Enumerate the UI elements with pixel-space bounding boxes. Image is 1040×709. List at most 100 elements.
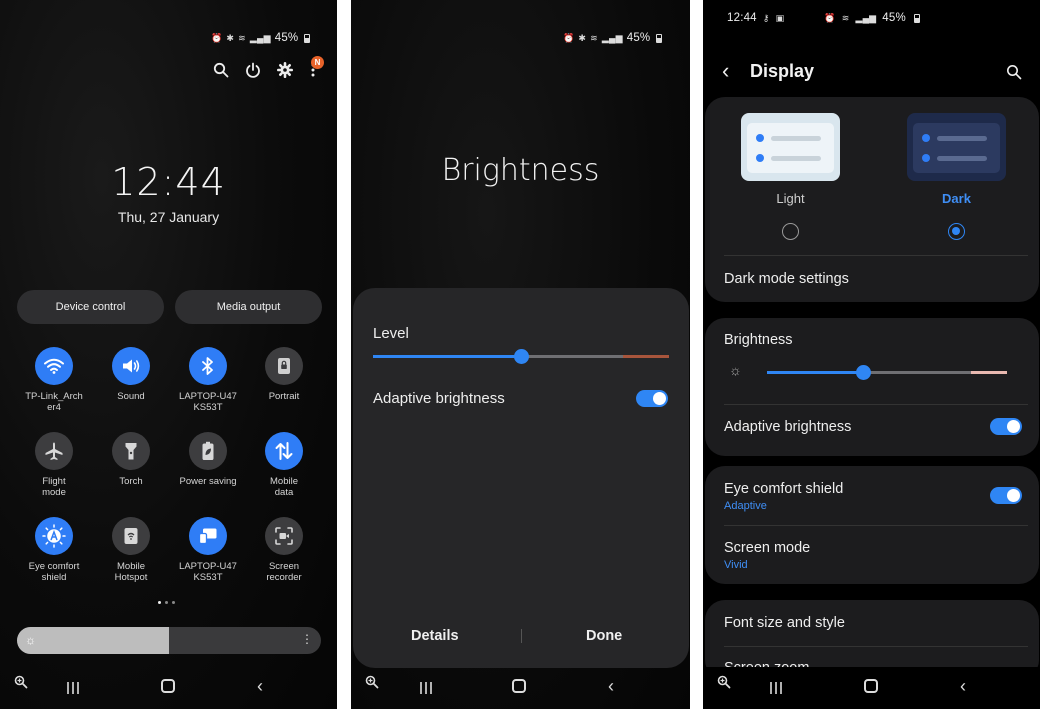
slider-fill [373,355,521,358]
back-icon[interactable]: ‹ [608,676,614,697]
search-icon[interactable] [1006,64,1022,80]
magnify-icon[interactable] [717,675,731,689]
recent-apps-icon[interactable] [769,681,783,695]
screen-recorder-icon [275,527,293,545]
font-size-style-item[interactable]: Font size and style [724,615,845,631]
level-slider[interactable] [373,349,669,364]
bluetooth-status-icon: ✱ [578,32,587,43]
light-mode-preview[interactable] [741,113,840,181]
dark-mode-settings[interactable]: Dark mode settings [724,271,849,287]
dialog-title: Brightness [441,153,600,188]
brightness-fill [17,627,169,654]
eye-comfort-label[interactable]: Eye comfort shield [724,481,843,497]
tile-label: Mobile data [270,476,298,498]
adaptive-brightness-toggle[interactable] [990,418,1022,435]
button-divider [521,629,522,643]
back-icon[interactable]: ‹ [960,676,966,697]
dark-mode-radio[interactable] [948,223,965,240]
light-mode-radio[interactable] [782,223,799,240]
tile-label: Portrait [268,391,300,402]
gear-icon[interactable] [277,62,293,78]
back-arrow-icon[interactable]: ‹ [722,58,729,84]
slider-thumb[interactable] [514,349,529,364]
notification-badge: N [311,56,324,69]
bluetooth-status-icon: ✱ [226,32,235,43]
done-button[interactable]: Done [586,628,622,644]
display-settings-screen: 12:44 ⚷ ▣ ⏰ ≋ ▂▄▆ 45% ‹ Display Light Da… [703,0,1040,709]
status-time: 12:44 [727,12,757,24]
home-icon[interactable] [864,679,878,693]
search-icon[interactable] [213,62,229,78]
wifi-status-icon: ≋ [238,32,246,43]
status-bar: ⏰ ✱ ≋ ▂▄▆ 45% [211,32,311,44]
home-icon[interactable] [512,679,526,693]
data-arrows-icon [275,442,293,460]
back-icon[interactable]: ‹ [257,676,263,697]
tile-label: LAPTOP-U47 KS53T [179,391,237,413]
screen-mode-label[interactable]: Screen mode [724,540,810,556]
eye-comfort-icon [42,524,66,548]
signal-icon: ▂▄▆ [601,32,623,43]
dark-mode-preview[interactable] [907,113,1006,181]
airplane-icon [45,442,63,460]
eye-comfort-subtitle: Adaptive [724,500,767,512]
wifi-status-icon: ≋ [590,32,598,43]
tile-label: Torch [119,476,143,487]
more-options-button[interactable]: N [309,56,324,78]
quick-panel-screen: ⏰ ✱ ≋ ▂▄▆ 45% N 12:44 Thu, 27 January De… [0,0,337,709]
battery-leaf-icon [202,441,214,460]
adaptive-brightness-toggle[interactable] [636,390,668,407]
tile-bluetooth[interactable]: LAPTOP-U47 KS53T [169,347,247,413]
tile-power-saving[interactable]: Power saving [169,432,247,487]
app-bar: ‹ Display [703,58,1040,86]
tile-mobile-hotspot[interactable]: Mobile Hotspot [92,517,170,583]
tile-eye-comfort[interactable]: Eye comfort shield [15,517,93,583]
tile-label: Flight mode [42,476,66,498]
tile-wifi[interactable]: TP-Link_Arch er4 [15,347,93,413]
home-icon[interactable] [161,679,175,693]
media-output-button[interactable]: Media output [175,290,322,324]
magnify-icon[interactable] [365,675,379,689]
tile-label: Eye comfort shield [28,561,80,583]
brightness-dialog-screen: ⏰ ✱ ≋ ▂▄▆ 45% Brightness Level Adaptive … [351,0,690,709]
tile-mobile-data[interactable]: Mobile data [245,432,323,498]
brightness-slider[interactable] [767,365,1007,380]
tile-screen-recorder[interactable]: Screen recorder [245,517,323,583]
brightness-bar[interactable]: ☼ ⋮ [17,627,321,654]
screenshot-icon: ▣ [775,12,785,23]
details-button[interactable]: Details [411,628,459,644]
status-bar: 12:44 ⚷ ▣ ⏰ ≋ ▂▄▆ 45% [727,12,920,24]
tile-portrait[interactable]: Portrait [245,347,323,402]
alarm-icon: ⏰ [824,12,836,23]
tile-sound[interactable]: Sound [92,347,170,402]
tile-label: LAPTOP-U47 KS53T [179,561,237,583]
recent-apps-icon[interactable] [419,681,433,695]
power-icon[interactable] [245,62,261,78]
brightness-more-icon[interactable]: ⋮ [301,632,313,646]
tile-torch[interactable]: Torch [92,432,170,487]
brightness-sheet: Level Adaptive brightness Details Done [353,288,689,668]
adaptive-brightness-label: Adaptive brightness [373,390,505,407]
battery-icon [304,33,311,43]
key-icon: ⚷ [762,12,770,23]
battery-percent: 45% [274,32,299,44]
tile-label: TP-Link_Arch er4 [25,391,83,413]
sun-icon: ☼ [25,633,36,647]
page-indicator [158,601,175,604]
dark-mode-label: Dark [942,191,971,206]
magnify-icon[interactable] [14,675,28,689]
tile-smart-view[interactable]: LAPTOP-U47 KS53T [169,517,247,583]
recent-apps-icon[interactable] [66,681,80,695]
tile-flight-mode[interactable]: Flight mode [15,432,93,498]
level-label: Level [373,325,409,342]
lock-rotation-icon [278,358,290,374]
page-title: Display [750,61,815,81]
eye-comfort-toggle[interactable] [990,487,1022,504]
torch-icon [125,443,137,460]
battery-icon [913,13,920,23]
hotspot-icon [124,528,138,544]
slider-thumb[interactable] [856,365,871,380]
smart-view-icon [198,528,217,545]
device-control-button[interactable]: Device control [17,290,164,324]
tile-label: Screen recorder [266,561,302,583]
